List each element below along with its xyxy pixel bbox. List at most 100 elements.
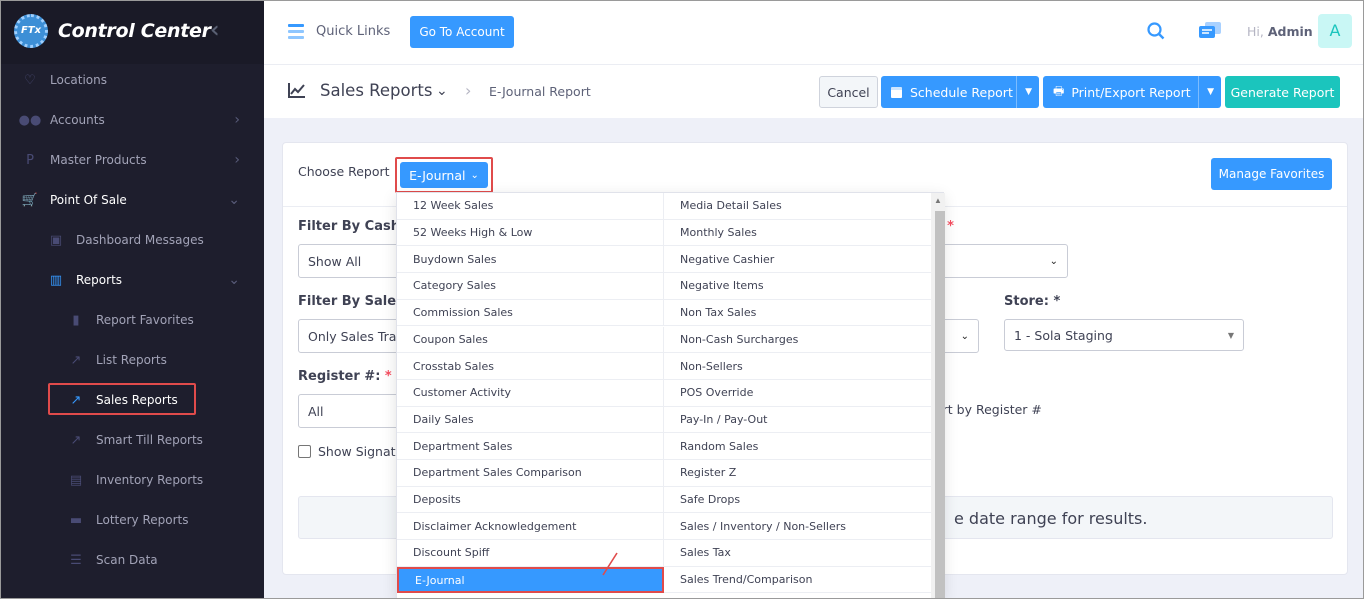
generate-report-button[interactable]: Generate Report	[1225, 76, 1340, 108]
results-message: e date range for results.	[954, 509, 1148, 528]
dropdown-option[interactable]: Customer Activity	[397, 379, 664, 407]
title-chevron-down-icon[interactable]: ⌄	[436, 83, 448, 99]
sidebar-item-label: List Reports	[96, 353, 167, 367]
schedule-report-button[interactable]: Schedule Report ▼	[881, 76, 1039, 108]
dropdown-option[interactable]: Sales Trend/Comparison	[664, 567, 931, 594]
dropdown-option[interactable]: Negative Items	[664, 273, 931, 300]
chat-icon[interactable]	[1198, 21, 1222, 41]
menu-icon[interactable]	[288, 24, 304, 39]
scrollbar-thumb[interactable]	[935, 211, 945, 599]
sort-by-register-label[interactable]: ort by Register #	[935, 402, 1042, 417]
dropdown-option[interactable]: 12 Week Sales	[397, 193, 664, 220]
dropdown-option[interactable]: Pay-In / Pay-Out	[664, 407, 931, 434]
sidebar-item-locations[interactable]: ♡ Locations	[0, 60, 264, 100]
dropdown-option[interactable]: Department Sales Comparison	[397, 460, 664, 487]
show-signature-checkbox[interactable]	[298, 445, 311, 458]
user-name[interactable]: Admin	[1268, 24, 1313, 39]
dropdown-option[interactable]: Monthly Sales	[664, 220, 931, 247]
sidebar-item-report-favorites[interactable]: ▮ Report Favorites	[0, 300, 264, 340]
chevron-down-icon[interactable]: ⌄	[228, 272, 240, 288]
dropdown-option[interactable]: Random Sales	[664, 433, 931, 460]
chevron-down-icon[interactable]: ▼	[1025, 87, 1032, 97]
dropdown-option[interactable]: Coupon Sales	[397, 326, 664, 354]
sub-header: Sales Reports ⌄ › E-Journal Report Cance…	[264, 64, 1364, 118]
calendar-icon	[891, 86, 902, 98]
dropdown-option[interactable]: Sales Tax	[664, 540, 931, 567]
go-to-account-button[interactable]: Go To Account	[410, 16, 514, 48]
sidebar-item-reports[interactable]: ▥ Reports ⌄	[0, 260, 264, 300]
sidebar-item-label: Locations	[50, 73, 108, 87]
sidebar-item-smart-till-reports[interactable]: ↗ Smart Till Reports	[0, 420, 264, 460]
dropdown-option[interactable]: Non-Sellers	[664, 353, 931, 380]
bookmark-icon: ▮	[72, 312, 80, 328]
choose-report-dropdown[interactable]: E-Journal ⌄	[400, 162, 488, 188]
dropdown-option[interactable]: Daily Sales	[397, 406, 664, 434]
dropdown-option[interactable]: Crosstab Sales	[397, 353, 664, 380]
search-icon[interactable]	[1147, 22, 1165, 40]
dropdown-option[interactable]: Sales / Inventory / Non-Sellers	[664, 513, 931, 541]
sidebar-item-list-reports[interactable]: ↗ List Reports	[0, 340, 264, 380]
sidebar-item-label: Smart Till Reports	[96, 433, 203, 447]
dropdown-option[interactable]: Negative Cashier	[664, 246, 931, 274]
dropdown-option[interactable]: Media Detail Sales	[664, 193, 931, 220]
page-title: Sales Reports	[320, 81, 433, 100]
dropdown-option[interactable]: Deposits	[397, 486, 664, 514]
sidebar-item-accounts[interactable]: ●● Accounts ›	[0, 100, 264, 140]
inventory-icon: ▤	[69, 472, 83, 488]
store-select[interactable]: 1 - Sola Staging ▼	[1004, 319, 1244, 351]
dropdown-option[interactable]: Category Sales	[397, 273, 664, 300]
sidebar-item-dashboard-messages[interactable]: ▣ Dashboard Messages	[0, 220, 264, 260]
dropdown-option[interactable]: Department Sales	[397, 433, 664, 460]
chevron-down-icon[interactable]: ▼	[1207, 87, 1214, 97]
sales-reports-highlight	[48, 383, 196, 415]
print-export-button[interactable]: 🖶 Print/Export Report ▼	[1043, 76, 1221, 108]
sidebar-item-label: Scan Data	[96, 553, 158, 567]
store-label: Store: *	[1004, 294, 1060, 309]
collapse-sidebar-icon[interactable]: ‹‹	[210, 20, 218, 42]
dropdown-option[interactable]: Safe Drops	[664, 487, 931, 514]
location-icon: ♡	[24, 72, 36, 88]
sidebar-item-label: Point Of Sale	[50, 193, 127, 207]
sidebar-item-label: Reports	[76, 273, 123, 287]
chevron-down-icon: ⌄	[470, 169, 479, 181]
avatar[interactable]: A	[1318, 14, 1352, 48]
bar-chart-icon: ▥	[49, 272, 63, 288]
sidebar-item-point-of-sale[interactable]: 🛒 Point Of Sale ⌄	[0, 180, 264, 220]
breadcrumb[interactable]: E-Journal Report	[489, 84, 591, 99]
chevron-right-icon[interactable]: ›	[234, 152, 240, 168]
sidebar-item-label: Inventory Reports	[96, 473, 204, 487]
show-signature-label: Show Signatu	[318, 444, 404, 459]
dropdown-option[interactable]: Commission Sales	[397, 299, 664, 327]
sidebar-item-label: Report Favorites	[96, 313, 194, 327]
caret-down-icon: ▼	[1227, 330, 1234, 340]
scroll-up-icon[interactable]: ▲	[934, 196, 942, 205]
sidebar-item-master-products[interactable]: P Master Products ›	[0, 140, 264, 180]
printer-icon: 🖶	[1053, 83, 1065, 98]
schedule-report-label: Schedule Report	[910, 84, 1013, 100]
sidebar-item-inventory-reports[interactable]: ▤ Inventory Reports	[0, 460, 264, 500]
required-mark: *	[384, 369, 392, 384]
dropdown-option[interactable]: Register Z	[664, 460, 931, 487]
dropdown-option[interactable]: Non-Cash Surcharges	[664, 327, 931, 354]
register-value: All	[308, 403, 324, 419]
line-chart-icon: ↗	[70, 352, 82, 368]
dropdown-option[interactable]: POS Override	[664, 380, 931, 407]
line-chart-icon: ↗	[70, 432, 82, 448]
dropdown-option[interactable]: Non Tax Sales	[664, 300, 931, 327]
dropdown-option[interactable]: 52 Weeks High & Low	[397, 219, 664, 247]
sidebar-item-label: Lottery Reports	[96, 513, 189, 527]
filter-cashier-value: Show All	[308, 253, 362, 269]
quick-links-link[interactable]: Quick Links	[316, 24, 390, 39]
dropdown-option[interactable]: Buydown Sales	[397, 246, 664, 274]
dropdown-option[interactable]: Disclaimer Acknowledgement	[397, 513, 664, 541]
brand-name: Control Center	[58, 20, 211, 42]
users-icon: ●●	[18, 112, 42, 128]
sidebar-item-label: Master Products	[50, 153, 147, 167]
manage-favorites-button[interactable]: Manage Favorites	[1211, 158, 1332, 190]
sidebar-item-scan-data[interactable]: ☰ Scan Data	[0, 540, 264, 580]
cancel-button[interactable]: Cancel	[819, 76, 878, 108]
sidebar-item-lottery-reports[interactable]: ▬ Lottery Reports	[0, 500, 264, 540]
chevron-down-icon[interactable]: ⌄	[228, 192, 240, 208]
chevron-right-icon[interactable]: ›	[234, 112, 240, 128]
product-badge-icon: P	[26, 152, 34, 168]
